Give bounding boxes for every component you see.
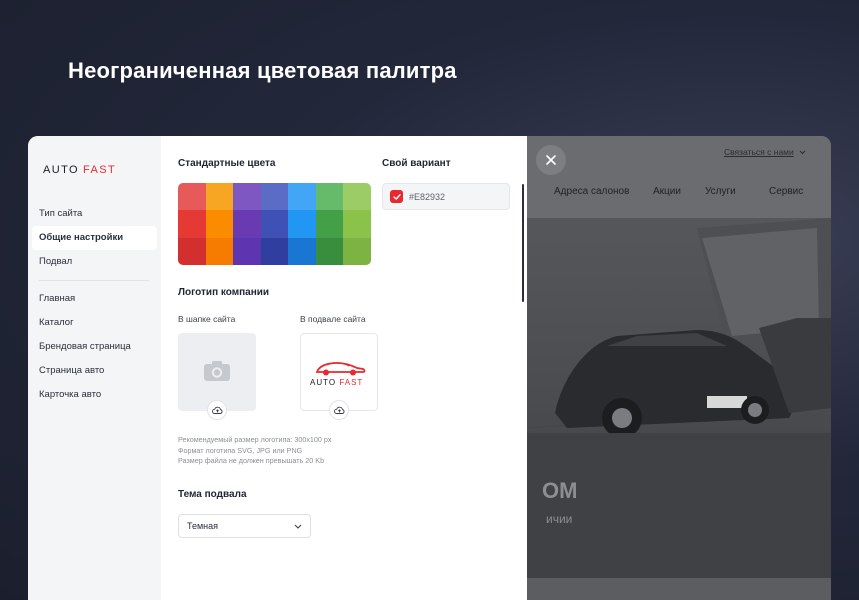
site-preview: Связаться с нами Адреса салонов Акции Ус… <box>527 136 831 600</box>
color-swatch[interactable] <box>178 183 206 211</box>
color-swatch[interactable] <box>205 183 234 211</box>
sidebar-item-site-type[interactable]: Тип сайта <box>32 202 157 226</box>
header-logo-label: В шапке сайта <box>178 314 236 324</box>
sidebar-item-car-card[interactable]: Карточка авто <box>32 383 157 407</box>
footer-theme-select[interactable]: Темная <box>178 514 311 538</box>
chevron-down-icon <box>799 150 806 155</box>
logo-hint-size: Рекомендуемый размер логотипа: 300х100 p… <box>178 435 332 444</box>
settings-panel: Стандартные цвета Свой вариант #E82932 Л… <box>161 136 527 600</box>
custom-color-swatch[interactable] <box>390 190 403 203</box>
color-swatch[interactable] <box>315 183 344 211</box>
logo-hints: Рекомендуемый размер логотипа: 300х100 p… <box>178 435 332 467</box>
page-headline: Неограниченная цветовая палитра <box>68 58 457 83</box>
hero-car-image <box>527 218 831 578</box>
color-swatch[interactable] <box>343 210 371 238</box>
panel-scrollbar[interactable] <box>522 184 524 302</box>
custom-color-input[interactable]: #E82932 <box>382 183 510 210</box>
footer-theme-title: Тема подвала <box>178 489 247 500</box>
color-swatch[interactable] <box>260 237 289 265</box>
brand-logo: AUTO FAST <box>43 164 116 176</box>
sidebar-nav: Тип сайта Общие настройки Подвал Главная… <box>32 202 157 407</box>
upload-icon <box>333 406 344 414</box>
logo-hint-filesize: Размер файла не должен превышать 20 Kb <box>178 456 325 465</box>
sidebar-item-car-page[interactable]: Страница авто <box>32 359 157 383</box>
standard-colors-title: Стандартные цвета <box>178 158 276 169</box>
color-swatch[interactable] <box>288 210 316 238</box>
color-swatch[interactable] <box>315 210 344 238</box>
preview-menu-item: Акции <box>653 186 681 197</box>
close-button[interactable] <box>536 145 566 175</box>
sidebar: AUTO FAST Тип сайта Общие настройки Подва… <box>28 136 161 600</box>
color-swatch[interactable] <box>233 210 261 238</box>
sidebar-divider <box>39 280 149 281</box>
color-palette <box>178 183 371 265</box>
color-swatch[interactable] <box>260 210 289 238</box>
close-icon <box>546 155 556 165</box>
color-swatch[interactable] <box>260 183 289 211</box>
brand-logo-fast: FAST <box>82 164 117 176</box>
brand-logo-auto: AUTO <box>43 164 79 176</box>
sidebar-item-home[interactable]: Главная <box>32 287 157 311</box>
color-swatch[interactable] <box>288 237 316 265</box>
color-swatch[interactable] <box>205 210 234 238</box>
color-swatch[interactable] <box>288 183 316 211</box>
chevron-down-icon <box>294 524 302 529</box>
footer-theme-value: Темная <box>187 521 219 531</box>
company-logo-title: Логотип компании <box>178 287 270 298</box>
footer-logo-text: AUTO FAST <box>310 378 363 387</box>
upload-icon <box>211 406 222 414</box>
preview-menu-item: Адреса салонов <box>554 186 630 197</box>
footer-logo-label: В подвале сайта <box>300 314 366 324</box>
color-swatch[interactable] <box>233 183 261 211</box>
preview-menu-item: Сервис <box>769 186 804 197</box>
sidebar-item-general-settings[interactable]: Общие настройки <box>32 226 157 250</box>
color-swatch[interactable] <box>343 237 371 265</box>
settings-window: AUTO FAST Тип сайта Общие настройки Подва… <box>28 136 831 600</box>
custom-color-hex: #E82932 <box>409 191 446 202</box>
footer-logo-fast: FAST <box>339 378 364 387</box>
check-icon <box>392 193 401 200</box>
sidebar-item-footer[interactable]: Подвал <box>32 250 157 274</box>
color-swatch[interactable] <box>315 237 344 265</box>
preview-menu-item: Услуги <box>705 186 736 197</box>
header-logo-upload-button[interactable] <box>207 400 227 420</box>
footer-logo-upload-button[interactable] <box>329 400 349 420</box>
preview-contact-link: Связаться с нами <box>724 147 794 157</box>
car-logo-icon <box>315 362 366 376</box>
camera-icon <box>204 361 230 381</box>
color-swatch[interactable] <box>343 183 371 211</box>
preview-hero-subtitle: ичии <box>546 512 573 526</box>
sidebar-item-brand-page[interactable]: Брендовая страница <box>32 335 157 359</box>
footer-logo-auto: AUTO <box>310 378 337 387</box>
color-swatch[interactable] <box>233 237 261 265</box>
custom-color-title: Свой вариант <box>382 158 451 169</box>
preview-hero: ОМ ичии <box>527 218 831 578</box>
color-swatch[interactable] <box>178 210 206 238</box>
logo-hint-format: Формат логотипа SVG, JPG или PNG <box>178 445 303 455</box>
sidebar-item-catalog[interactable]: Каталог <box>32 311 157 335</box>
color-swatch[interactable] <box>178 237 206 265</box>
color-swatch[interactable] <box>205 237 234 265</box>
preview-hero-title: ОМ <box>542 478 578 503</box>
